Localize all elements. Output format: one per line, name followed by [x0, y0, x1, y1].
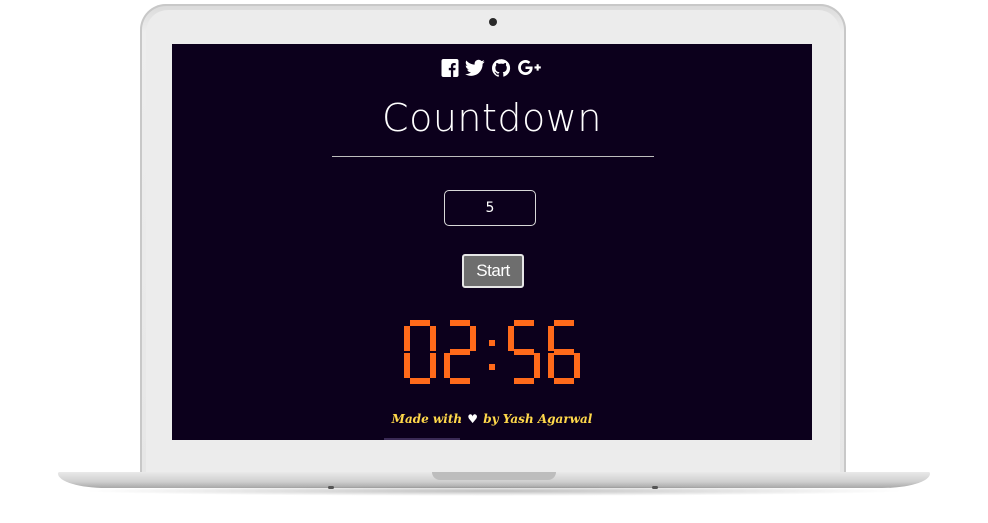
heart-icon: ♥	[467, 412, 479, 426]
digit-1-segment	[444, 353, 450, 378]
credit-made-with: Made with	[391, 412, 463, 426]
digit-2-segment	[514, 320, 534, 326]
laptop-foot-right	[652, 486, 658, 489]
digit-3-segment	[574, 353, 580, 378]
digit-3-segment	[554, 320, 574, 326]
laptop-screen: Countdown Start Made with ♥ by Yash Agar…	[172, 44, 812, 440]
social-links	[172, 58, 812, 78]
laptop-shadow	[80, 486, 908, 496]
digit-2-segment	[514, 378, 534, 384]
digital-clock-digits	[404, 320, 580, 384]
digit-3-segment	[548, 326, 554, 351]
start-button[interactable]: Start	[462, 254, 524, 288]
digit-0-segment	[404, 353, 410, 378]
title-divider	[332, 156, 654, 157]
digit-0-segment	[430, 353, 436, 378]
digit-0-segment	[410, 378, 430, 384]
digit-2-segment	[508, 326, 514, 351]
twitter-icon[interactable]	[465, 58, 485, 78]
digit-0-segment	[430, 326, 436, 351]
minutes-input[interactable]	[444, 190, 536, 226]
page-title: Countdown	[382, 96, 602, 140]
credit-line: Made with ♥ by Yash Agarwal	[172, 412, 812, 426]
digit-2-segment	[514, 349, 534, 355]
colon-dot	[489, 364, 495, 370]
digit-1-segment	[470, 326, 476, 351]
digit-3-segment	[548, 353, 554, 378]
google-plus-icon[interactable]	[517, 58, 543, 78]
credit-author: by Yash Agarwal	[483, 412, 593, 426]
digit-2-segment	[534, 353, 540, 378]
laptop-foot-left	[328, 486, 334, 489]
digit-0-segment	[410, 320, 430, 326]
colon-dot	[489, 340, 495, 346]
laptop-notch	[432, 472, 556, 480]
facebook-icon[interactable]	[441, 58, 459, 78]
webcam	[489, 18, 497, 26]
github-icon[interactable]	[491, 58, 511, 78]
countdown-display	[404, 320, 580, 384]
digit-3-segment	[554, 378, 574, 384]
digit-1-segment	[450, 320, 470, 326]
digit-1-segment	[450, 378, 470, 384]
digit-1-segment	[450, 349, 470, 355]
scroll-indicator	[384, 438, 460, 440]
digit-3-segment	[554, 349, 574, 355]
digit-0-segment	[404, 326, 410, 351]
